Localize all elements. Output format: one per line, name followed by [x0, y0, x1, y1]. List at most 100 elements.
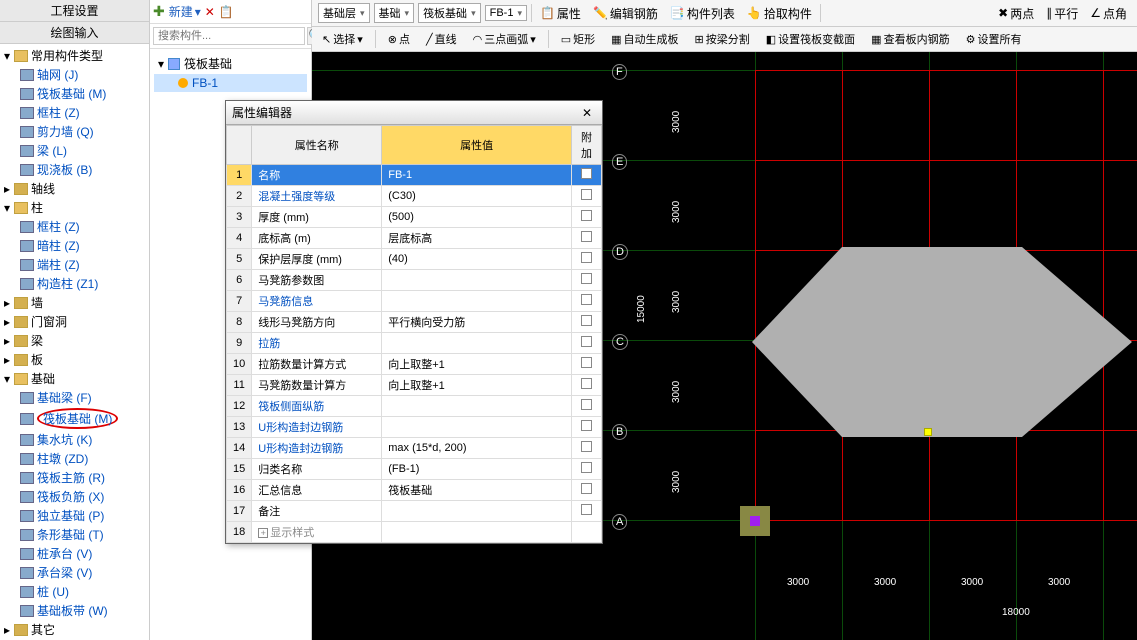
category-combo[interactable]: 基础 [374, 3, 415, 23]
property-row[interactable]: 18+显示样式 [227, 522, 602, 543]
tree-item[interactable]: 端柱 (Z) [2, 255, 147, 274]
raft-foundation-shape [752, 247, 1137, 437]
tree-item[interactable]: ▸轴线 [2, 179, 147, 198]
cursor-marker [924, 428, 932, 436]
edit-rebar-button[interactable]: ✏️编辑钢筋 [589, 4, 662, 23]
top-toolbar-2: ↖选择 ▾ ⊗点 ╱直线 ◠三点画弧 ▾ ▭矩形 ▦自动生成板 ⊞按梁分割 ◧设… [312, 27, 1137, 52]
tree-item[interactable]: 基础板带 (W) [2, 601, 147, 620]
property-row[interactable]: 4底标高 (m)层底标高 [227, 228, 602, 249]
two-point-button[interactable]: ✖两点 [994, 4, 1038, 23]
property-row[interactable]: 6马凳筋参数图 [227, 270, 602, 291]
tree-item[interactable]: 筏板主筋 (R) [2, 468, 147, 487]
property-row[interactable]: 12筏板侧面纵筋 [227, 396, 602, 417]
dim-h-1: 3000 [787, 577, 809, 588]
arc-button[interactable]: ◠三点画弧 ▾ [469, 30, 540, 48]
tree-item[interactable]: ▾常用构件类型 [2, 46, 147, 65]
property-row[interactable]: 1名称FB-1 [227, 165, 602, 186]
component-list-button[interactable]: 📑构件列表 [666, 4, 739, 23]
property-row[interactable]: 5保护层厚度 (mm)(40) [227, 249, 602, 270]
property-row[interactable]: 13U形构造封边钢筋 [227, 417, 602, 438]
axis-c: C [612, 334, 628, 350]
copy-icon[interactable]: 📋 [219, 5, 234, 19]
tree-item[interactable]: ▸墙 [2, 293, 147, 312]
tree-item[interactable]: 桩 (U) [2, 582, 147, 601]
property-row[interactable]: 16汇总信息筏板基础 [227, 480, 602, 501]
property-row[interactable]: 17备注 [227, 501, 602, 522]
col-add: 附加 [572, 126, 602, 165]
tree-item[interactable]: 筏板基础 (M) [2, 84, 147, 103]
view-rebar-button[interactable]: ▦查看板内钢筋 [867, 30, 953, 48]
tree-item[interactable]: 轴网 (J) [2, 65, 147, 84]
tree-item[interactable]: 框柱 (Z) [2, 103, 147, 122]
auto-slab-button[interactable]: ▦自动生成板 [607, 30, 682, 48]
tree-item[interactable]: 条形基础 (T) [2, 525, 147, 544]
dialog-close-button[interactable]: ✕ [578, 106, 596, 120]
tree-item[interactable]: 梁 (L) [2, 141, 147, 160]
property-table[interactable]: 属性名称 属性值 附加 1名称FB-12混凝土强度等级(C30)3厚度 (mm)… [226, 125, 602, 543]
component-instance-tree[interactable]: ▾ 筏板基础 FB-1 [150, 49, 311, 96]
dim-h-total: 18000 [1002, 607, 1030, 618]
col-rownum [227, 126, 252, 165]
dim-h-4: 3000 [1048, 577, 1070, 588]
tree-item[interactable]: 基础梁 (F) [2, 388, 147, 407]
col-value: 属性值 [382, 126, 572, 165]
property-row[interactable]: 7马凳筋信息 [227, 291, 602, 312]
new-button[interactable]: 新建 ▾ [169, 3, 201, 20]
beam-split-button[interactable]: ⊞按梁分割 [691, 30, 754, 48]
project-settings-header[interactable]: 工程设置 [0, 0, 149, 22]
axis-a: A [612, 514, 627, 530]
property-row[interactable]: 3厚度 (mm)(500) [227, 207, 602, 228]
tree-item[interactable]: ▸板 [2, 350, 147, 369]
tree-item[interactable]: 暗柱 (Z) [2, 236, 147, 255]
tree-item[interactable]: 筏板基础 (M) [2, 407, 147, 430]
tree-item[interactable]: 现浇板 (B) [2, 160, 147, 179]
property-row[interactable]: 14U形构造封边钢筋max (15*d, 200) [227, 438, 602, 459]
tree-item-fb1[interactable]: FB-1 [154, 74, 307, 92]
tree-item[interactable]: 框柱 (Z) [2, 217, 147, 236]
attr-button[interactable]: 📋属性 [536, 4, 585, 23]
tree-item[interactable]: 集水坑 (K) [2, 430, 147, 449]
property-row[interactable]: 11马凳筋数量计算方向上取整+1 [227, 375, 602, 396]
tree-item[interactable]: ▸门窗洞 [2, 312, 147, 331]
dialog-titlebar[interactable]: 属性编辑器 ✕ [226, 101, 602, 125]
tree-item[interactable]: ▾柱 [2, 198, 147, 217]
property-row[interactable]: 9拉筋 [227, 333, 602, 354]
pick-component-button[interactable]: 👆拾取构件 [743, 4, 816, 23]
set-all-button[interactable]: ⚙设置所有 [962, 30, 1026, 48]
tree-item[interactable]: ▸其它 [2, 620, 147, 639]
select-button[interactable]: ↖选择 ▾ [318, 30, 367, 48]
line-button[interactable]: ╱直线 [422, 30, 461, 48]
point-button[interactable]: ⊗点 [384, 30, 414, 48]
instance-combo[interactable]: FB-1 [485, 5, 527, 21]
type-combo[interactable]: 筏板基础 [418, 3, 481, 23]
component-tree[interactable]: ▾常用构件类型轴网 (J)筏板基础 (M)框柱 (Z)剪力墙 (Q)梁 (L)现… [0, 44, 149, 640]
parallel-button[interactable]: ∥平行 [1042, 4, 1082, 23]
middle-toolbar: ✚ 新建 ▾ ✕ 📋 [150, 0, 311, 24]
tree-item[interactable]: ▾基础 [2, 369, 147, 388]
tree-item[interactable]: 桩承台 (V) [2, 544, 147, 563]
tree-item[interactable]: 构造柱 (Z1) [2, 274, 147, 293]
set-section-button[interactable]: ◧设置筏板变截面 [762, 30, 859, 48]
tree-item[interactable]: 柱墩 (ZD) [2, 449, 147, 468]
dim-v-5: 3000 [671, 471, 682, 493]
property-row[interactable]: 2混凝土强度等级(C30) [227, 186, 602, 207]
floor-combo[interactable]: 基础层 [318, 3, 370, 23]
property-row[interactable]: 15归类名称(FB-1) [227, 459, 602, 480]
tree-item[interactable]: 独立基础 (P) [2, 506, 147, 525]
dim-h-2: 3000 [874, 577, 896, 588]
property-row[interactable]: 8线形马凳筋方向平行横向受力筋 [227, 312, 602, 333]
tree-item[interactable]: ▸梁 [2, 331, 147, 350]
property-editor-dialog[interactable]: 属性编辑器 ✕ 属性名称 属性值 附加 1名称FB-12混凝土强度等级(C30)… [225, 100, 603, 544]
point-angle-button[interactable]: ∠点角 [1086, 4, 1131, 23]
tree-root-raft[interactable]: ▾ 筏板基础 [154, 53, 307, 74]
tree-item[interactable]: 筏板负筋 (X) [2, 487, 147, 506]
drawing-input-header[interactable]: 绘图输入 [0, 22, 149, 44]
tree-item[interactable]: 剪力墙 (Q) [2, 122, 147, 141]
tree-item[interactable]: 承台梁 (V) [2, 563, 147, 582]
col-name: 属性名称 [252, 126, 382, 165]
property-row[interactable]: 10拉筋数量计算方式向上取整+1 [227, 354, 602, 375]
search-input[interactable] [153, 27, 305, 45]
rect-button[interactable]: ▭矩形 [557, 30, 599, 48]
delete-icon[interactable]: ✕ [205, 5, 215, 19]
origin-marker [740, 506, 770, 536]
